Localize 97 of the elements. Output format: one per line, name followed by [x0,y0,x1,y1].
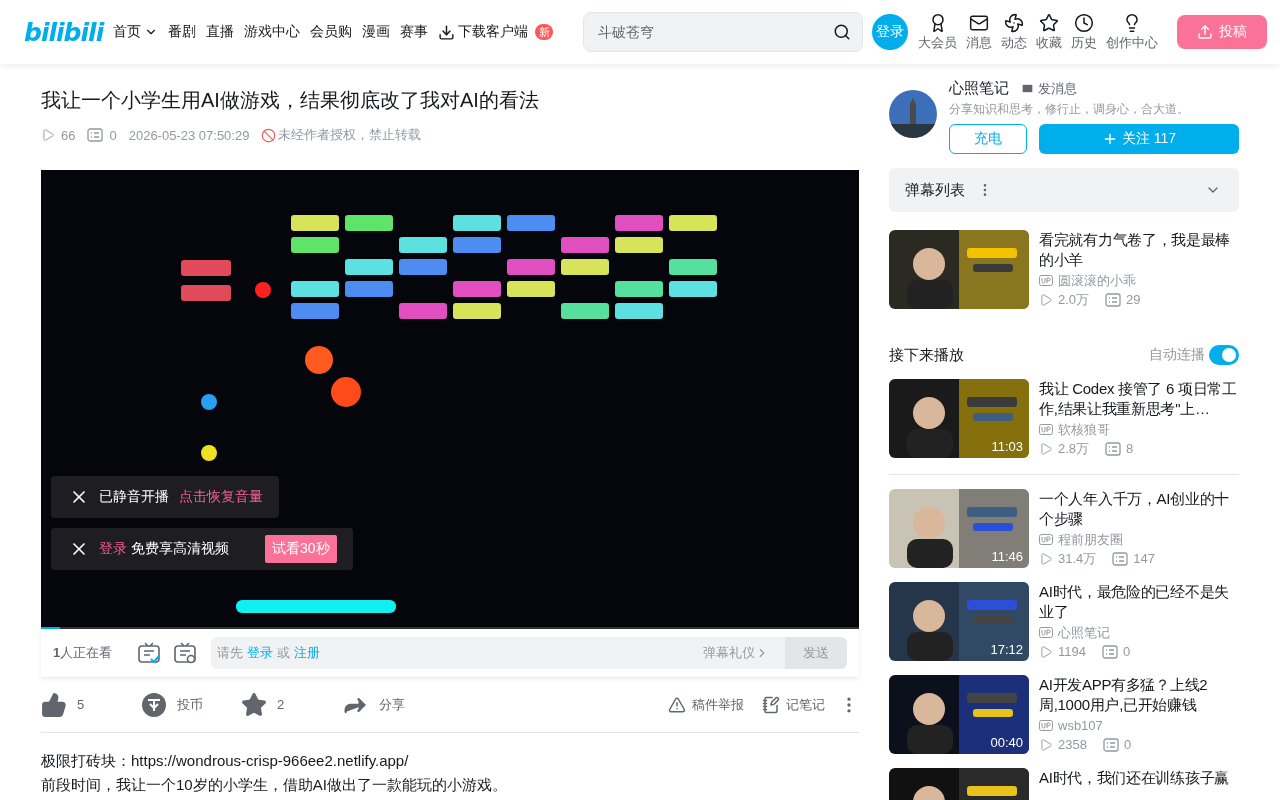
thumbs-up-icon [41,691,67,718]
uploader-icon [1039,627,1053,638]
video-card-title[interactable]: 一个人年入千万，AI创业的十个步骤 [1039,489,1239,529]
danmaku-count-icon [1105,441,1122,456]
danmaku-count: 29 [1126,291,1141,308]
view-count: 2.8万 [1058,440,1090,457]
header-link[interactable]: 历史 [1071,12,1097,52]
play-count-icon [1039,292,1053,307]
video-card-title[interactable]: 我让 Codex 接管了 6 项日常工作,结果让我重新思考"上… [1039,379,1239,419]
danmaku-count: 0 [109,127,117,143]
header-link[interactable]: 动态 [1001,12,1027,52]
star-icon [241,691,267,718]
play-count-icon [1039,441,1053,456]
action-button[interactable]: 2 [241,691,341,718]
publish-date: 2026-05-23 07:50:29 [128,127,250,143]
viewer-count: 1人正在看 [53,644,114,662]
danmaku-count-icon [1101,644,1118,659]
nav-link[interactable]: 下载客户端 新 [438,23,554,41]
header-link[interactable]: 消息 [966,12,992,52]
danmaku-count-icon [1105,292,1122,307]
header-link[interactable]: 大会员 [918,12,957,52]
nav-link[interactable]: 漫画 [362,23,391,41]
download-icon [438,23,456,41]
video-card-title[interactable]: 看完就有力气卷了，我是最棒的小羊 [1039,230,1239,270]
nav-link[interactable]: 首页 [113,23,159,41]
nav-link[interactable]: 直播 [206,23,235,41]
danmaku-count-icon [1102,737,1119,752]
description-line: 前段时间，我让一个10岁的小学生，借助AI做出了一款能玩的小游戏。 [41,775,508,795]
tool-button[interactable]: 稿件举报 [668,695,744,714]
autoplay-switch[interactable] [1209,345,1239,365]
restore-volume-link[interactable]: 点击恢复音量 [179,488,263,506]
danmaku-count: 147 [1133,550,1155,567]
duration: 11:03 [991,439,1023,454]
coin-icon [141,691,167,718]
muted-text: 已静音开播 [99,488,169,506]
prohibited-icon [261,127,277,143]
warning-icon [668,695,686,714]
view-count: 66 [61,127,76,143]
description-line: 极限打砖块：https://wondrous-crisp-966ee2.netlify.app/ [41,751,410,771]
new-badge: 新 [535,24,554,40]
uploader-name[interactable]: 心照笔记 [949,79,1009,98]
input-hint: 或 [277,644,290,662]
duration: 00:40 [990,735,1023,750]
nav-link[interactable]: 会员购 [310,23,353,41]
action-button[interactable]: 投币 [141,691,241,718]
uploader-icon [1039,720,1053,731]
video-title: 我让一个小学生用AI做游戏，结果彻底改了我对AI的看法 [41,88,540,113]
play-count-icon [1039,737,1053,752]
view-count: 2.0万 [1058,291,1090,308]
action-button[interactable]: 5 [41,691,141,718]
danmaku-count-icon [1112,551,1129,566]
danmaku-list-title: 弹幕列表 [905,180,965,200]
danmaku-toggle-icon[interactable] [137,641,161,665]
play-count-icon [1039,551,1053,566]
video-card-title[interactable]: AI开发APP有多猛？上线2周,1000用户,已开始赚钱 [1039,675,1239,715]
danmaku-count: 0 [1123,736,1132,753]
fan-icon [1004,12,1024,33]
uploader-icon [1039,424,1053,435]
hd-text: 免费享高清视频 [131,540,229,558]
header-link[interactable]: 创作中心 [1106,12,1158,52]
nav-link[interactable]: 赛事 [400,23,429,41]
mail-icon [1021,82,1034,95]
nav-link[interactable]: 番剧 [168,23,197,41]
view-count: 2358 [1058,736,1087,753]
danmaku-settings-icon[interactable] [173,641,197,665]
message-link[interactable]: 发消息 [1021,79,1077,98]
header-link[interactable]: 收藏 [1036,12,1062,52]
avatar[interactable] [889,90,937,138]
up-next-title: 接下来播放 [889,345,964,365]
login-link[interactable]: 登录 [99,540,127,558]
copyright-notice: 未经作者授权，禁止转载 [278,126,422,144]
duration: 17:12 [990,642,1023,657]
tool-button[interactable]: 记笔记 [762,695,825,714]
search-icon[interactable] [833,23,852,41]
uploader-bio: 分享知识和思考，修行止，调身心，合大道。 [949,101,1190,118]
video-card-title[interactable]: AI时代，最危险的已经不是失业了 [1039,582,1239,622]
duration: 11:46 [991,549,1023,564]
play-count-icon [1039,644,1053,659]
uploader-icon [1039,534,1053,545]
uploader-icon [1039,275,1053,286]
danmaku-count: 8 [1126,440,1134,457]
search-field[interactable]: 斗破苍穹 [583,12,864,52]
danmaku-list-header[interactable]: 弹幕列表 [889,168,1239,212]
play-count-icon [41,128,55,142]
view-count: 31.4万 [1058,550,1097,567]
view-count: 1194 [1058,643,1086,660]
upload-icon [1197,24,1213,40]
action-button[interactable]: 分享 [341,690,441,719]
video-card-title[interactable]: AI时代，我们还在训练孩子赢 [1039,768,1239,788]
note-icon [762,695,780,714]
input-hint: 请先 [217,644,243,662]
danmaku-count-icon [87,128,104,142]
clock-icon [1074,12,1094,33]
nav-link[interactable]: 游戏中心 [244,23,301,41]
danmaku-count: 0 [1122,643,1131,660]
autoplay-label: 自动连播 [1149,346,1205,364]
star-icon [1039,12,1059,33]
